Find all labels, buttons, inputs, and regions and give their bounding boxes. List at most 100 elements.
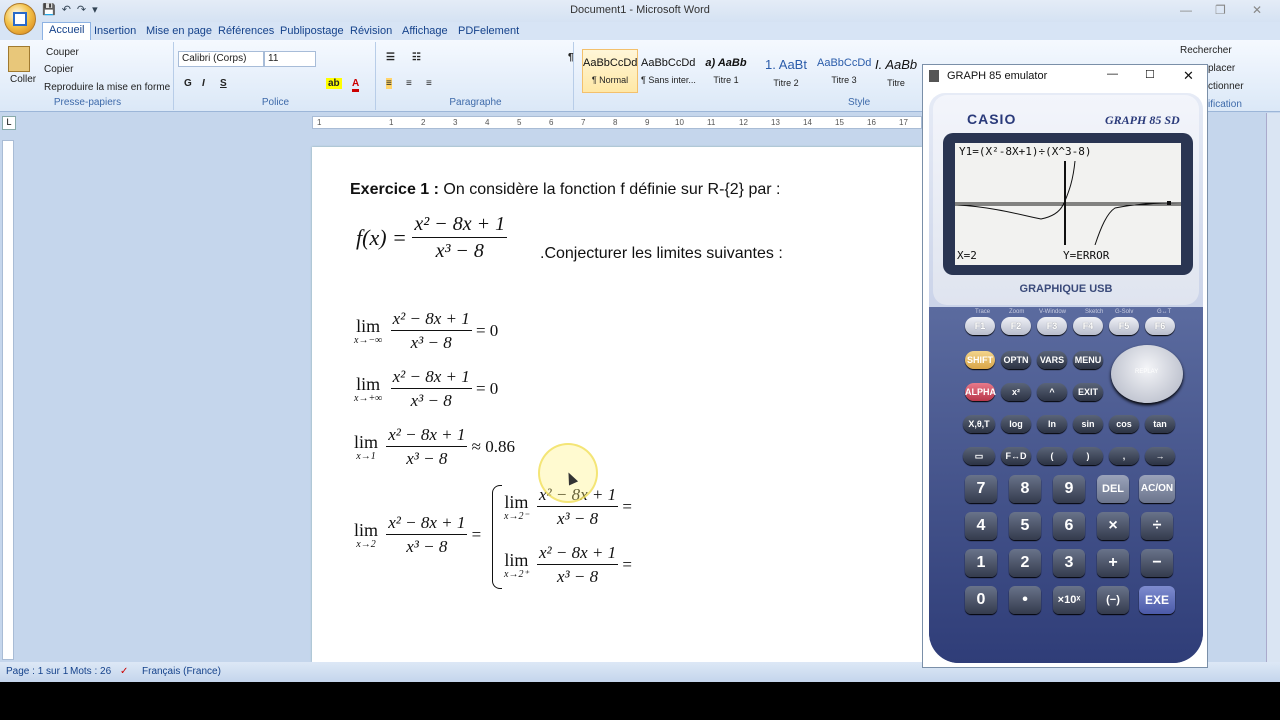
power-key[interactable]: ^ [1037,383,1067,401]
menu-key[interactable]: MENU [1073,351,1103,369]
office-button[interactable] [4,3,36,35]
font-size-combo[interactable]: 11 [264,51,316,67]
style-titre-2[interactable]: 1. AaBt Titre 2 [758,49,814,93]
store-arrow-key[interactable]: → [1145,447,1175,465]
replace-button[interactable]: placer [1208,63,1235,74]
minus-key[interactable]: − [1141,549,1173,577]
tab-accueil[interactable]: Accueil [42,22,92,40]
font-color-icon[interactable]: A [352,78,360,92]
tan-key[interactable]: tan [1145,415,1175,433]
multiply-key[interactable]: × [1097,512,1129,540]
alpha-key[interactable]: ALPHA [965,383,996,401]
underline-icon[interactable]: S [220,78,227,89]
calc-maximize-icon[interactable]: ☐ [1145,68,1155,81]
exp10-key[interactable]: ×10ˣ [1053,586,1085,614]
tab-selector-icon[interactable]: L [2,116,16,130]
highlight-icon[interactable]: ab [326,78,342,89]
bullets-icon[interactable]: ☰ [386,52,395,63]
close-icon[interactable]: ✕ [1252,3,1262,17]
tab-references[interactable]: Références [212,24,280,38]
xthetat-key[interactable]: X,θ,T [963,415,995,433]
italic-icon[interactable]: I [202,78,205,89]
find-button[interactable]: Rechercher [1180,45,1232,56]
vertical-ruler[interactable] [2,140,14,660]
paste-button[interactable]: Coller [10,74,36,85]
key-0[interactable]: 0 [965,586,997,614]
align-center-icon[interactable]: ≡ [406,78,412,89]
tab-mise-en-page[interactable]: Mise en page [140,24,218,38]
exe-key[interactable]: EXE [1139,586,1175,614]
numbering-icon[interactable]: ☷ [412,52,421,63]
language[interactable]: Français (France) [142,666,221,677]
format-painter-button[interactable]: Reproduire la mise en forme [44,82,170,93]
font-name-combo[interactable]: Calibri (Corps) [178,51,264,67]
f2-key[interactable]: F2 [1001,317,1031,335]
vars-key[interactable]: VARS [1037,351,1067,369]
bold-icon[interactable]: G [184,78,192,89]
close-paren-key[interactable]: ) [1073,447,1103,465]
key-2[interactable]: 2 [1009,549,1041,577]
horizontal-ruler[interactable]: 1 1 2 3 4 5 6 7 8 9 10 11 12 13 14 15 16… [312,116,922,129]
redo-icon[interactable]: ↷ [77,3,86,16]
tab-pdfelement[interactable]: PDFelement [452,24,525,38]
ac-on-key[interactable]: AC/ON [1139,475,1175,503]
negative-key[interactable]: (−) [1097,586,1129,614]
f1-key[interactable]: F1 [965,317,995,335]
tab-revision[interactable]: Révision [344,24,398,38]
key-5[interactable]: 5 [1009,512,1041,540]
open-paren-key[interactable]: ( [1037,447,1067,465]
calc-close-icon[interactable]: ✕ [1183,68,1194,84]
key-6[interactable]: 6 [1053,512,1085,540]
key-9[interactable]: 9 [1053,475,1085,503]
log-key[interactable]: log [1001,415,1031,433]
tab-affichage[interactable]: Affichage [396,24,454,38]
sin-key[interactable]: sin [1073,415,1103,433]
cut-button[interactable]: Couper [46,47,79,58]
optn-key[interactable]: OPTN [1001,351,1031,369]
f6-key[interactable]: F6 [1145,317,1175,335]
spellcheck-icon[interactable]: ✓ [120,666,128,677]
f4-key[interactable]: F4 [1073,317,1103,335]
maximize-icon[interactable]: ❐ [1215,3,1226,17]
exit-key[interactable]: EXIT [1073,383,1103,401]
page-count[interactable]: Page : 1 sur 1 [6,666,68,677]
key-3[interactable]: 3 [1053,549,1085,577]
decimal-key[interactable]: • [1009,586,1041,614]
comma-key[interactable]: , [1109,447,1139,465]
cos-key[interactable]: cos [1109,415,1139,433]
shift-key[interactable]: SHIFT [965,351,995,369]
key-1[interactable]: 1 [965,549,997,577]
fraction-key[interactable]: ▭ [963,447,995,465]
word-count[interactable]: Mots : 26 [70,666,111,677]
paste-icon[interactable] [8,46,30,72]
key-7[interactable]: 7 [965,475,997,503]
save-icon[interactable]: 💾 [42,3,56,16]
f5-key[interactable]: F5 [1109,317,1139,335]
key-4[interactable]: 4 [965,512,997,540]
f3-key[interactable]: F3 [1037,317,1067,335]
style-titre-3[interactable]: AaBbCcDd Titre 3 [816,49,872,93]
tab-insertion[interactable]: Insertion [88,24,142,38]
qat-more-icon[interactable]: ▾ [92,3,98,16]
ln-key[interactable]: ln [1037,415,1067,433]
style-sans-interligne[interactable]: AaBbCcDd ¶ Sans inter... [640,49,696,93]
minimize-icon[interactable]: — [1180,3,1192,17]
copy-button[interactable]: Copier [44,64,73,75]
style-titre[interactable]: I. AaBb Titre [874,49,918,93]
divide-key[interactable]: ÷ [1141,512,1173,540]
calc-minimize-icon[interactable]: — [1107,68,1118,80]
align-left-icon[interactable]: ≡ [386,78,392,89]
plus-key[interactable]: + [1097,549,1129,577]
select-button[interactable]: ctionner [1208,81,1244,92]
document-page[interactable]: Exercice 1 : On considère la fonction f … [312,147,922,662]
pilcrow-icon[interactable]: ¶ [568,52,574,63]
style-normal[interactable]: AaBbCcDd ¶ Normal [582,49,638,93]
vertical-scrollbar[interactable] [1266,113,1280,662]
tab-publipostage[interactable]: Publipostage [274,24,350,38]
align-right-icon[interactable]: ≡ [426,78,432,89]
replay-pad[interactable]: REPLAY [1111,345,1183,403]
del-key[interactable]: DEL [1097,475,1129,503]
undo-icon[interactable]: ↶ [62,3,71,16]
key-8[interactable]: 8 [1009,475,1041,503]
square-key[interactable]: x² [1001,383,1031,401]
